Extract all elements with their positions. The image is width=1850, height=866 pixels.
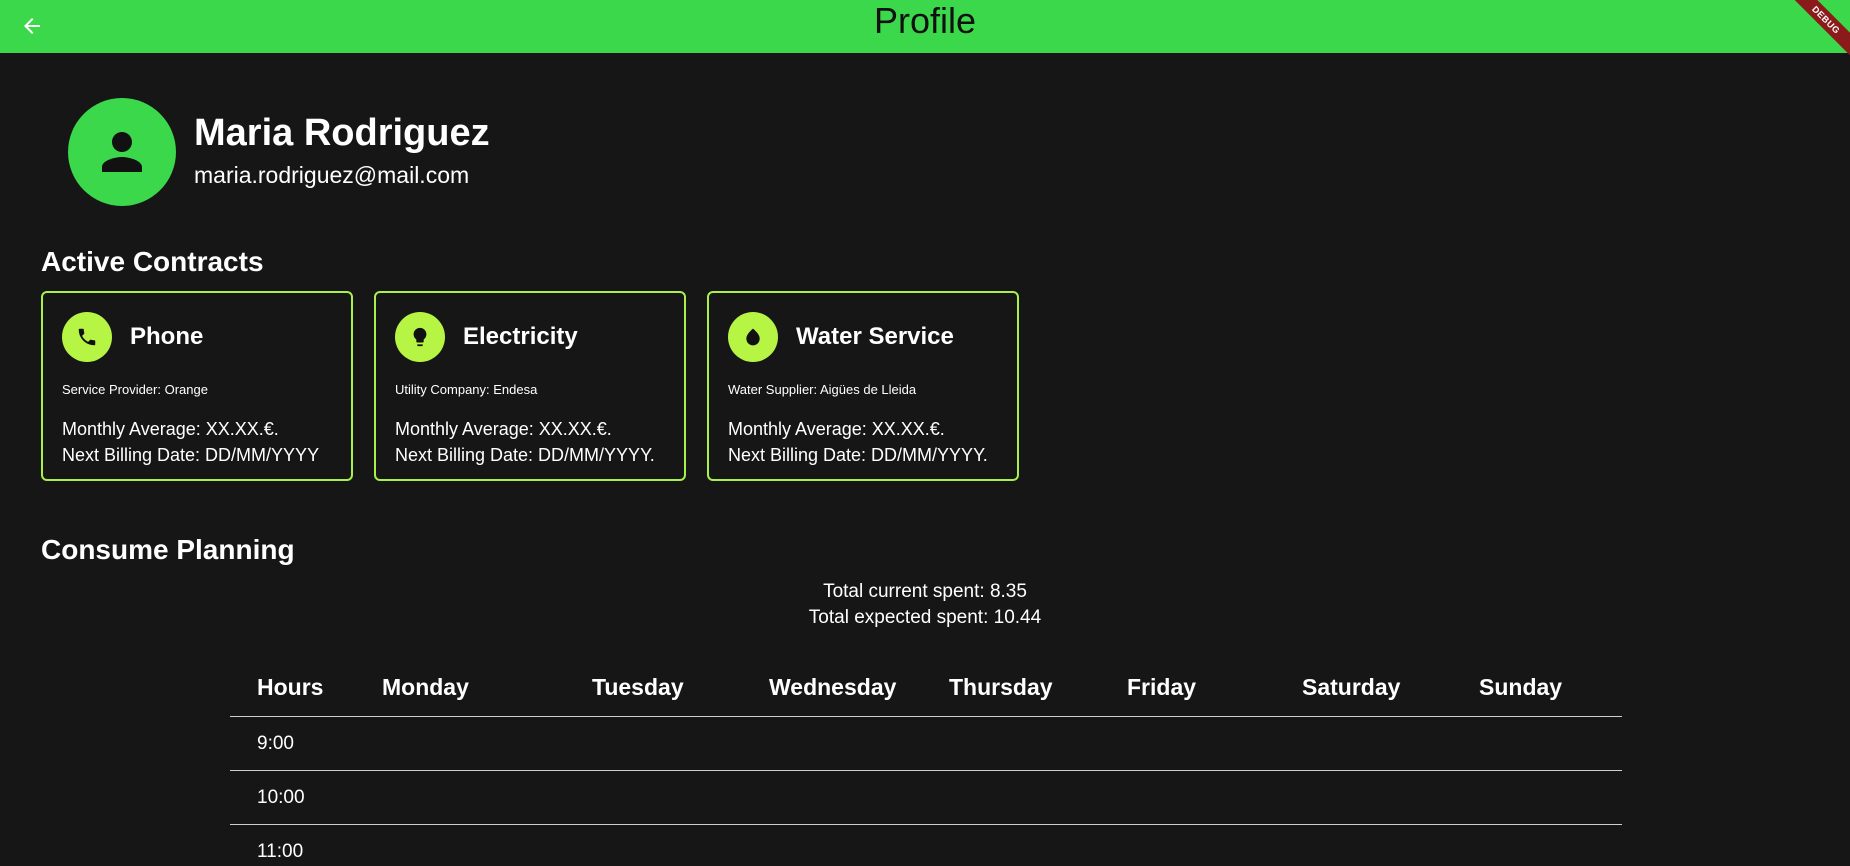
table-row-hour: 9:00 [257, 733, 294, 754]
lightbulb-icon [413, 327, 427, 347]
contract-monthly-average: Monthly Average: XX.XX.€. [395, 419, 612, 439]
column-header-hours: Hours [257, 674, 324, 700]
column-header-monday: Monday [382, 674, 469, 700]
column-header-saturday: Saturday [1302, 674, 1401, 700]
app-bar: Profile DEBUG [0, 0, 1850, 69]
person-icon [102, 132, 142, 172]
column-header-friday: Friday [1127, 674, 1197, 700]
user-name: Maria Rodriguez [194, 112, 490, 154]
contract-monthly-average: Monthly Average: XX.XX.€. [62, 419, 279, 439]
contract-card-water[interactable]: Water Service Water Supplier: Aigües de … [707, 291, 1019, 481]
phone-icon-badge [62, 312, 112, 362]
total-expected-spent: Total expected spent: 10.44 [808, 607, 1042, 628]
lightbulb-icon-badge [395, 312, 445, 362]
column-header-tuesday: Tuesday [592, 674, 684, 700]
contract-next-billing: Next Billing Date: DD/MM/YYYY. [728, 445, 988, 465]
table-divider [230, 824, 1622, 825]
contract-provider: Water Supplier: Aigües de Lleida [728, 382, 917, 397]
contract-card-electricity[interactable]: Electricity Utility Company: Endesa Mont… [374, 291, 686, 481]
contract-title: Water Service [796, 323, 954, 350]
table-divider [230, 716, 1622, 717]
avatar [68, 98, 176, 206]
total-current-spent: Total current spent: 8.35 [823, 581, 1027, 602]
user-email: maria.rodriguez@mail.com [194, 162, 470, 188]
contract-title: Phone [130, 323, 204, 350]
contract-monthly-average: Monthly Average: XX.XX.€. [728, 419, 945, 439]
contract-card-phone[interactable]: Phone Service Provider: Orange Monthly A… [41, 291, 353, 481]
contract-title: Electricity [463, 323, 578, 350]
water-drop-icon [746, 328, 760, 346]
page-title: Profile [873, 0, 977, 41]
contract-provider: Service Provider: Orange [62, 382, 208, 397]
active-contracts-heading: Active Contracts [41, 246, 264, 277]
table-row-hour: 11:00 [257, 841, 304, 862]
contract-next-billing: Next Billing Date: DD/MM/YYYY. [395, 445, 655, 465]
water-drop-icon-badge [728, 312, 778, 362]
table-divider [230, 770, 1622, 771]
column-header-wednesday: Wednesday [769, 674, 897, 700]
column-header-sunday: Sunday [1479, 674, 1563, 700]
phone-icon [78, 328, 96, 346]
contract-next-billing: Next Billing Date: DD/MM/YYYY [62, 445, 320, 465]
contract-provider: Utility Company: Endesa [395, 382, 538, 397]
consume-planning-heading: Consume Planning [41, 534, 295, 565]
table-row-hour: 10:00 [257, 787, 305, 808]
column-header-thursday: Thursday [949, 674, 1053, 700]
